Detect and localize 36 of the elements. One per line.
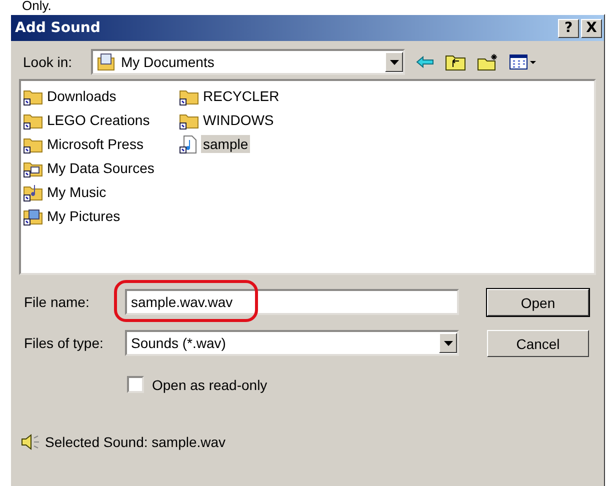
close-button[interactable]: X bbox=[581, 18, 602, 38]
file-list-item[interactable]: WINDOWS bbox=[201, 111, 276, 129]
file-list-item[interactable]: My Pictures bbox=[45, 207, 122, 225]
dropdown-arrow-icon bbox=[444, 340, 452, 346]
read-only-label: Open as read-only bbox=[152, 376, 268, 392]
cancel-button[interactable]: Cancel bbox=[487, 330, 589, 357]
file-list-item[interactable]: My Music bbox=[45, 183, 108, 201]
file-list-item[interactable]: Downloads bbox=[45, 87, 118, 105]
view-menu-icon[interactable] bbox=[509, 54, 537, 70]
file-type-dropdown[interactable]: Sounds (*.wav) bbox=[125, 330, 459, 356]
read-only-checkbox[interactable] bbox=[127, 376, 144, 393]
file-name-field[interactable]: sample.wav.wav bbox=[125, 289, 459, 315]
page-text: Only. bbox=[21, 0, 52, 14]
folder-icon bbox=[23, 182, 43, 202]
look-in-label: Look in: bbox=[22, 54, 74, 70]
back-arrow-icon[interactable] bbox=[415, 55, 435, 69]
new-folder-icon[interactable] bbox=[477, 53, 499, 71]
file-list-item[interactable]: Microsoft Press bbox=[45, 135, 146, 153]
look-in-dropdown[interactable]: My Documents bbox=[91, 49, 405, 75]
help-button[interactable]: ? bbox=[558, 18, 579, 38]
file-list-item[interactable]: LEGO Creations bbox=[45, 111, 152, 129]
dropdown-arrow-icon bbox=[390, 60, 398, 64]
open-button[interactable]: Open bbox=[487, 289, 589, 316]
status-text: Selected Sound: sample.wav bbox=[45, 434, 226, 450]
file-list-item[interactable]: My Data Sources bbox=[45, 159, 156, 177]
file-list-item[interactable]: RECYCLER bbox=[201, 87, 282, 105]
window-title: Add Sound bbox=[15, 20, 102, 36]
file-name-label: File name: bbox=[23, 293, 90, 312]
speaker-icon bbox=[21, 433, 41, 451]
sound-file-icon bbox=[179, 134, 199, 154]
up-folder-icon[interactable] bbox=[445, 53, 467, 71]
file-type-label: Files of type: bbox=[23, 334, 104, 353]
dropdown-button[interactable] bbox=[439, 333, 457, 353]
file-list-item[interactable]: sample bbox=[201, 135, 250, 153]
documents-folder-icon bbox=[97, 53, 115, 71]
dropdown-button[interactable] bbox=[385, 52, 403, 72]
